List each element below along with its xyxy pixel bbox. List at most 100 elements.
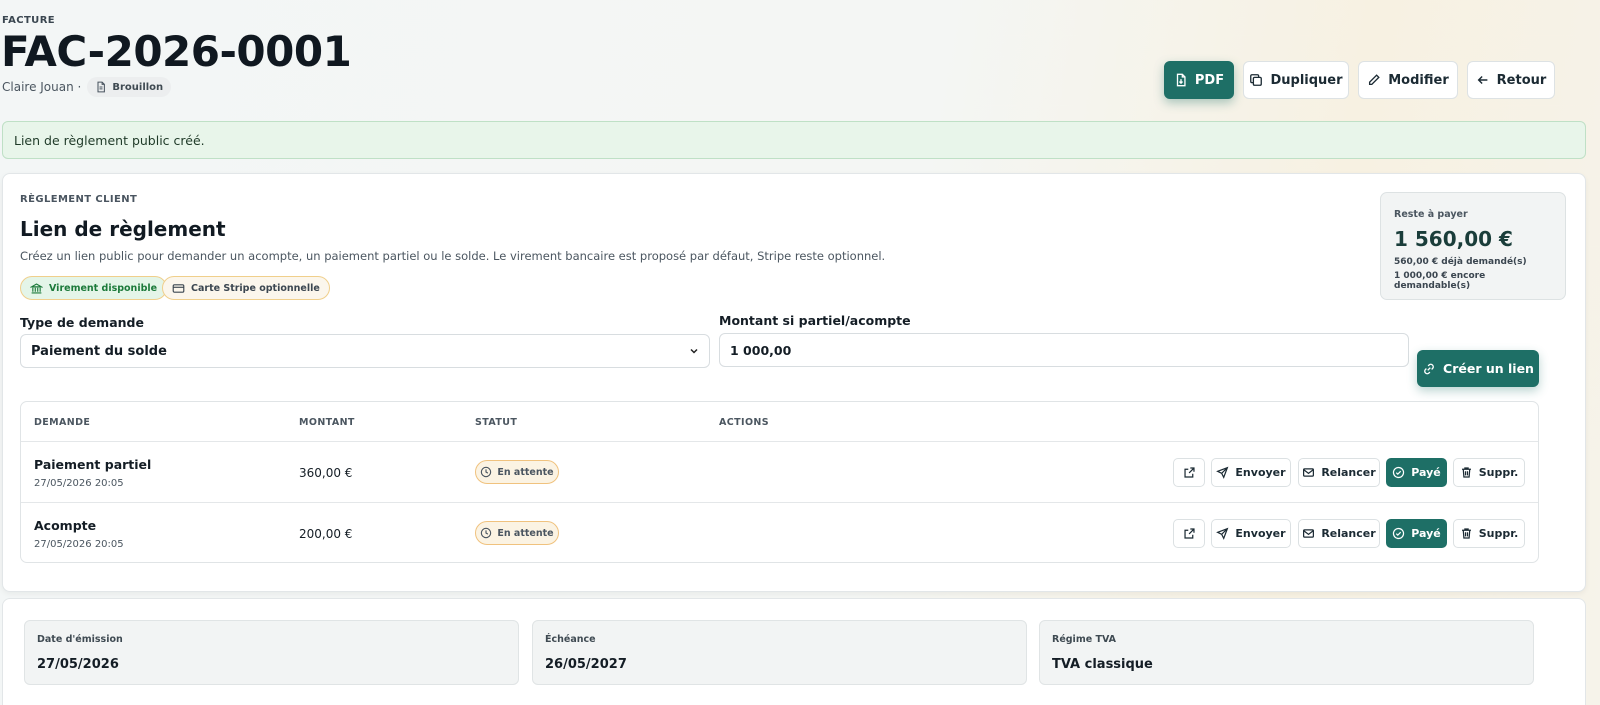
balance-summary: Reste à payer 1 560,00 € 560,00 € déjà d…: [1380, 192, 1566, 300]
request-amount: 200,00 €: [299, 527, 353, 541]
amount-input-value: 1 000,00: [730, 342, 792, 358]
issue-date-label: Date d'émission: [37, 634, 123, 645]
duplicate-button-label: Dupliquer: [1270, 72, 1343, 88]
due-date-value: 26/05/2027: [545, 657, 627, 672]
edit-button-label: Modifier: [1388, 72, 1449, 88]
section-description: Créez un lien public pour demander un ac…: [20, 249, 886, 263]
request-type-value: Paiement du solde: [31, 343, 167, 359]
issue-date-box: Date d'émission 27/05/2026: [24, 620, 519, 685]
section-eyebrow: RÈGLEMENT CLIENT: [20, 194, 138, 205]
column-header-actions: ACTIONS: [719, 417, 770, 428]
create-link-button[interactable]: Créer un lien: [1417, 350, 1539, 387]
send-button[interactable]: Envoyer: [1211, 519, 1291, 548]
remind-button[interactable]: Relancer: [1298, 519, 1380, 548]
remind-button[interactable]: Relancer: [1298, 458, 1380, 487]
send-button[interactable]: Envoyer: [1211, 458, 1291, 487]
mark-paid-label: Payé: [1411, 466, 1441, 479]
edit-button[interactable]: Modifier: [1358, 61, 1458, 99]
vat-regime-value: TVA classique: [1052, 657, 1153, 672]
mark-paid-label: Payé: [1411, 527, 1441, 540]
pdf-button[interactable]: PDF: [1164, 61, 1234, 99]
open-link-button[interactable]: [1173, 458, 1205, 487]
transfer-available-tag: Virement disponible: [20, 276, 168, 300]
back-button[interactable]: Retour: [1467, 61, 1555, 99]
delete-button-label: Suppr.: [1478, 527, 1519, 540]
balance-label: Reste à payer: [1394, 209, 1468, 220]
status-label: En attente: [497, 527, 554, 539]
file-pdf-icon: [1176, 73, 1186, 87]
delete-button[interactable]: Suppr.: [1453, 519, 1525, 548]
create-link-label: Créer un lien: [1443, 361, 1534, 376]
delete-button[interactable]: Suppr.: [1453, 458, 1525, 487]
open-link-button[interactable]: [1173, 519, 1205, 548]
status-label: En attente: [497, 466, 554, 478]
document-icon: [97, 81, 106, 93]
status-badge: Brouillon: [87, 77, 172, 97]
send-icon: [1216, 466, 1229, 479]
due-date-box: Échéance 26/05/2027: [532, 620, 1027, 685]
page-eyebrow: FACTURE: [2, 15, 56, 26]
clock-icon: [481, 466, 492, 478]
status-label: Brouillon: [112, 81, 164, 93]
stripe-optional-tag: Carte Stripe optionnelle: [162, 276, 330, 300]
amount-input[interactable]: 1 000,00: [719, 333, 1409, 367]
success-alert-text: Lien de règlement public créé.: [14, 132, 205, 148]
request-amount: 360,00 €: [299, 466, 353, 480]
client-name: Claire Jouan ·: [2, 80, 82, 94]
delete-button-label: Suppr.: [1478, 466, 1519, 479]
mail-icon: [1303, 468, 1315, 477]
send-button-label: Envoyer: [1235, 527, 1286, 540]
column-header-amount: MONTANT: [299, 417, 355, 428]
already-requested: 560,00 € déjà demandé(s): [1394, 257, 1527, 267]
invoice-meta: Claire Jouan · Brouillon: [2, 77, 172, 97]
table-row: Paiement partiel 27/05/2026 20:05 360,00…: [21, 441, 1538, 502]
transfer-tag-label: Virement disponible: [49, 282, 158, 294]
request-date: 27/05/2026 20:05: [34, 539, 124, 550]
still-requestable: 1 000,00 € encore demandable(s): [1394, 271, 1486, 291]
vat-regime-label: Régime TVA: [1052, 634, 1117, 645]
mark-paid-button[interactable]: Payé: [1386, 458, 1447, 487]
amount-label: Montant si partiel/acompte: [719, 313, 911, 328]
check-circle-icon: [1393, 466, 1405, 479]
payment-link-card: RÈGLEMENT CLIENT Lien de règlement Créez…: [2, 173, 1586, 592]
balance-amount: 1 560,00 €: [1394, 227, 1513, 251]
trash-icon: [1461, 528, 1471, 539]
remind-button-label: Relancer: [1321, 527, 1376, 540]
remind-button-label: Relancer: [1321, 466, 1376, 479]
pencil-icon: [1369, 74, 1380, 86]
issue-date-value: 27/05/2026: [37, 657, 119, 672]
bank-icon: [30, 282, 43, 294]
pdf-button-label: PDF: [1194, 72, 1225, 88]
success-alert: Lien de règlement public créé.: [2, 121, 1586, 159]
due-date-label: Échéance: [545, 634, 596, 645]
send-button-label: Envoyer: [1235, 466, 1286, 479]
chevron-down-icon: [690, 348, 698, 354]
invoice-details-card: Date d'émission 27/05/2026 Échéance 26/0…: [2, 598, 1586, 705]
external-link-icon: [1183, 528, 1195, 539]
copy-icon: [1250, 74, 1263, 86]
request-type-select[interactable]: Paiement du solde: [20, 334, 710, 368]
request-type-label: Type de demande: [20, 315, 144, 330]
section-title: Lien de règlement: [20, 217, 226, 241]
check-circle-icon: [1393, 527, 1405, 540]
payment-requests-table: DEMANDE MONTANT STATUT ACTIONS Paiement …: [20, 401, 1539, 563]
credit-card-icon: [172, 283, 185, 293]
link-icon: [1424, 363, 1434, 374]
trash-icon: [1461, 467, 1471, 478]
external-link-icon: [1183, 467, 1195, 478]
table-row: Acompte 27/05/2026 20:05 200,00 € En att…: [21, 502, 1538, 562]
request-date: 27/05/2026 20:05: [34, 478, 124, 489]
mark-paid-button[interactable]: Payé: [1386, 519, 1447, 548]
duplicate-button[interactable]: Dupliquer: [1243, 61, 1349, 99]
status-badge: En attente: [475, 460, 559, 484]
column-header-status: STATUT: [475, 417, 518, 428]
request-title: Paiement partiel: [34, 457, 152, 472]
request-title: Acompte: [34, 518, 97, 533]
column-header-request: DEMANDE: [34, 417, 91, 428]
status-badge: En attente: [475, 521, 559, 545]
arrow-left-icon: [1477, 76, 1488, 84]
mail-icon: [1303, 529, 1315, 538]
stripe-tag-label: Carte Stripe optionnelle: [191, 282, 320, 294]
send-icon: [1216, 527, 1229, 540]
back-button-label: Retour: [1496, 72, 1547, 88]
